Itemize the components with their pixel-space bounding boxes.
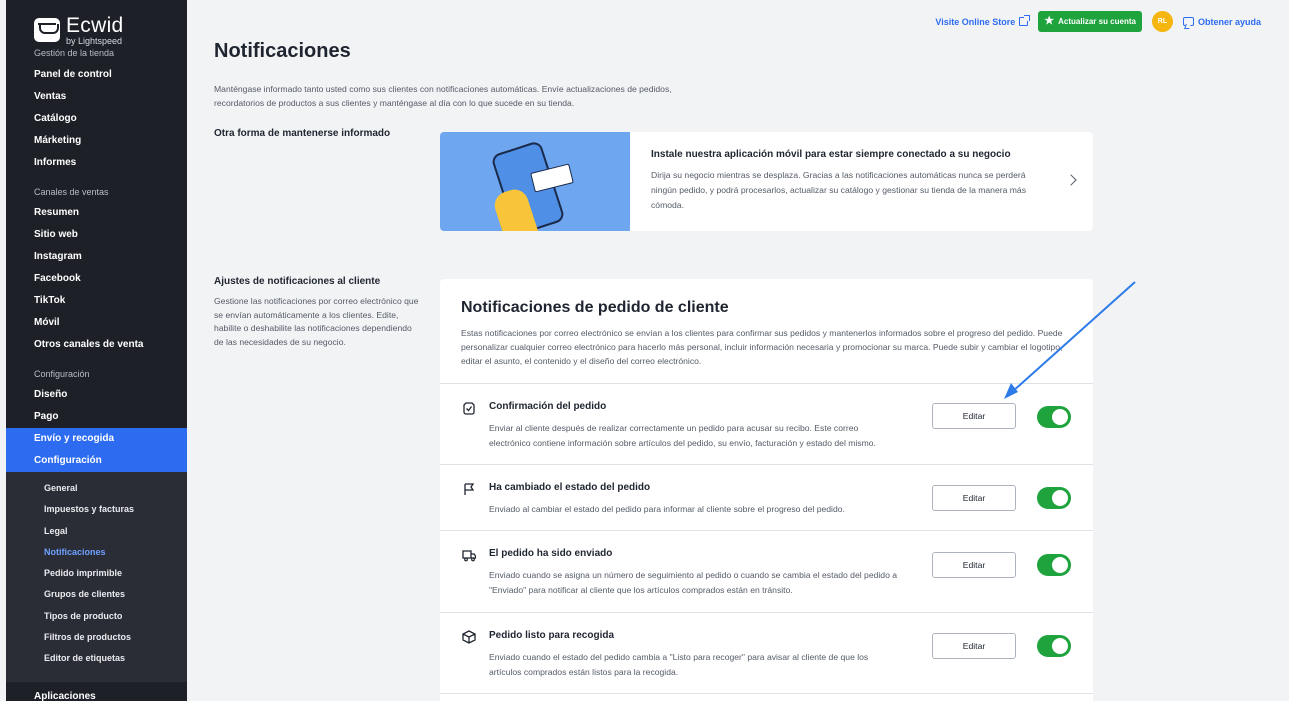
nav-section-config: Configuración (34, 369, 90, 379)
order-notifications-description: Estas notificaciones por correo electrón… (461, 328, 1063, 366)
subnav-item-product-filters[interactable]: Filtros de productos (6, 627, 187, 648)
mobile-app-illustration (440, 132, 630, 231)
chat-icon (1182, 17, 1194, 26)
sidebar-item-settings[interactable]: Configuración (6, 450, 187, 472)
sidebar-item-other-channels[interactable]: Otros canales de venta (6, 334, 187, 356)
customer-settings-description: Gestione las notificaciones por correo e… (214, 296, 419, 347)
page-title: Notificaciones (214, 40, 351, 62)
sidebar-item-sales[interactable]: Ventas (6, 86, 187, 108)
row-title: Ha cambiado el estado del pedido (489, 482, 651, 493)
row-title: Pedido listo para recogida (489, 630, 615, 641)
sidebar-item-apps[interactable]: Aplicaciones (6, 686, 187, 701)
promo-text: Dirija su negocio mientras se desplaza. … (651, 170, 1027, 210)
sidebar-item-marketing[interactable]: Márketing (6, 130, 187, 152)
enable-toggle[interactable] (1037, 406, 1071, 428)
truck-icon (462, 550, 476, 562)
cart-logo-icon (34, 18, 60, 42)
notification-row-order-confirmation: Confirmación del pedido Enviar al client… (440, 384, 1093, 465)
enable-toggle[interactable] (1037, 635, 1071, 657)
notification-row-shipped: El pedido ha sido enviado Enviado cuando… (440, 531, 1093, 613)
subnav-item-general[interactable]: General (6, 478, 187, 499)
row-description: Enviar al cliente después de realizar co… (489, 423, 876, 448)
sidebar-item-tiktok[interactable]: TikTok (6, 290, 187, 312)
row-title: El pedido ha sido enviado (489, 548, 613, 559)
visit-store-link[interactable]: Visite Online Store (935, 15, 1031, 27)
edit-button[interactable]: Editar (932, 633, 1016, 659)
edit-button[interactable]: Editar (932, 485, 1016, 511)
mobile-app-promo-card[interactable]: Instale nuestra aplicación móvil para es… (440, 132, 1093, 231)
subnav-item-legal[interactable]: Legal (6, 521, 187, 542)
brand-name: Ecwid (66, 13, 124, 37)
shield-check-icon (463, 402, 475, 415)
brand-sub: by Lightspeed (66, 35, 123, 46)
promo-title: Instale nuestra aplicación móvil para es… (651, 149, 1011, 160)
sidebar-item-payment[interactable]: Pago (6, 406, 187, 428)
nav-section-channels: Canales de ventas (34, 187, 109, 197)
upgrade-label: Actualizar su cuenta (1058, 17, 1136, 26)
nav-section-store: Gestión de la tienda (34, 48, 115, 58)
row-title: Confirmación del pedido (489, 401, 607, 412)
order-notifications-card: Notificaciones de pedido de cliente Esta… (440, 279, 1093, 701)
ecwid-logo[interactable]: Ecwid by Lightspeed (6, 0, 187, 46)
edit-button[interactable]: Editar (932, 552, 1016, 578)
order-notifications-title: Notificaciones de pedido de cliente (461, 299, 729, 316)
enable-toggle[interactable] (1037, 487, 1071, 509)
sidebar: Ecwid by Lightspeed Gestión de la tienda… (6, 0, 187, 701)
star-icon: ★ (1044, 15, 1055, 27)
settings-subnav: General Impuestos y facturas Legal Notif… (6, 472, 187, 682)
subnav-item-product-types[interactable]: Tipos de producto (6, 606, 187, 627)
row-description: Enviado al cambiar el estado del pedido … (489, 504, 845, 514)
sidebar-item-facebook[interactable]: Facebook (6, 268, 187, 290)
sidebar-item-website[interactable]: Sitio web (6, 224, 187, 246)
subnav-item-printable-order[interactable]: Pedido imprimible (6, 563, 187, 584)
upgrade-button[interactable]: ★ Actualizar su cuenta (1038, 11, 1142, 32)
other-way-label: Otra forma de mantenerse informado (214, 128, 391, 139)
notification-row-ready-pickup: Pedido listo para recogida Enviado cuand… (440, 613, 1093, 694)
sidebar-item-dashboard[interactable]: Panel de control (6, 64, 187, 86)
subnav-item-taxes[interactable]: Impuestos y facturas (6, 499, 187, 520)
sidebar-item-design[interactable]: Diseño (6, 384, 187, 406)
flag-icon (464, 483, 475, 495)
edit-button[interactable]: Editar (932, 403, 1016, 429)
box-icon (462, 630, 476, 644)
row-description: Enviado cuando el estado del pedido camb… (489, 652, 869, 677)
sidebar-item-catalog[interactable]: Catálogo (6, 108, 187, 130)
topbar: Visite Online Store ★ Actualizar su cuen… (935, 11, 1261, 32)
sidebar-item-reports[interactable]: Informes (6, 152, 187, 174)
sidebar-item-mobile[interactable]: Móvil (6, 312, 187, 334)
row-description: Enviado cuando se asigna un número de se… (489, 570, 898, 595)
visit-store-label: Visite Online Store (935, 16, 1016, 27)
subnav-item-notifications[interactable]: Notificaciones (6, 542, 187, 563)
help-link[interactable]: Obtener ayuda (1182, 16, 1261, 27)
subnav-item-label-editor[interactable]: Editor de etiquetas (6, 648, 187, 669)
page-description: Manténgase informado tanto usted como su… (214, 84, 672, 108)
notification-row-status-changed: Ha cambiado el estado del pedido Enviado… (440, 465, 1093, 531)
sidebar-item-shipping[interactable]: Envío y recogida (6, 428, 187, 450)
customer-settings-label: Ajustes de notificaciones al cliente (214, 276, 381, 287)
sidebar-item-instagram[interactable]: Instagram (6, 246, 187, 268)
subnav-item-customer-groups[interactable]: Grupos de clientes (6, 584, 187, 605)
sidebar-item-overview[interactable]: Resumen (6, 202, 187, 224)
help-label: Obtener ayuda (1197, 16, 1261, 27)
enable-toggle[interactable] (1037, 554, 1071, 576)
external-link-icon (1019, 15, 1031, 26)
avatar[interactable]: RL (1151, 11, 1173, 32)
